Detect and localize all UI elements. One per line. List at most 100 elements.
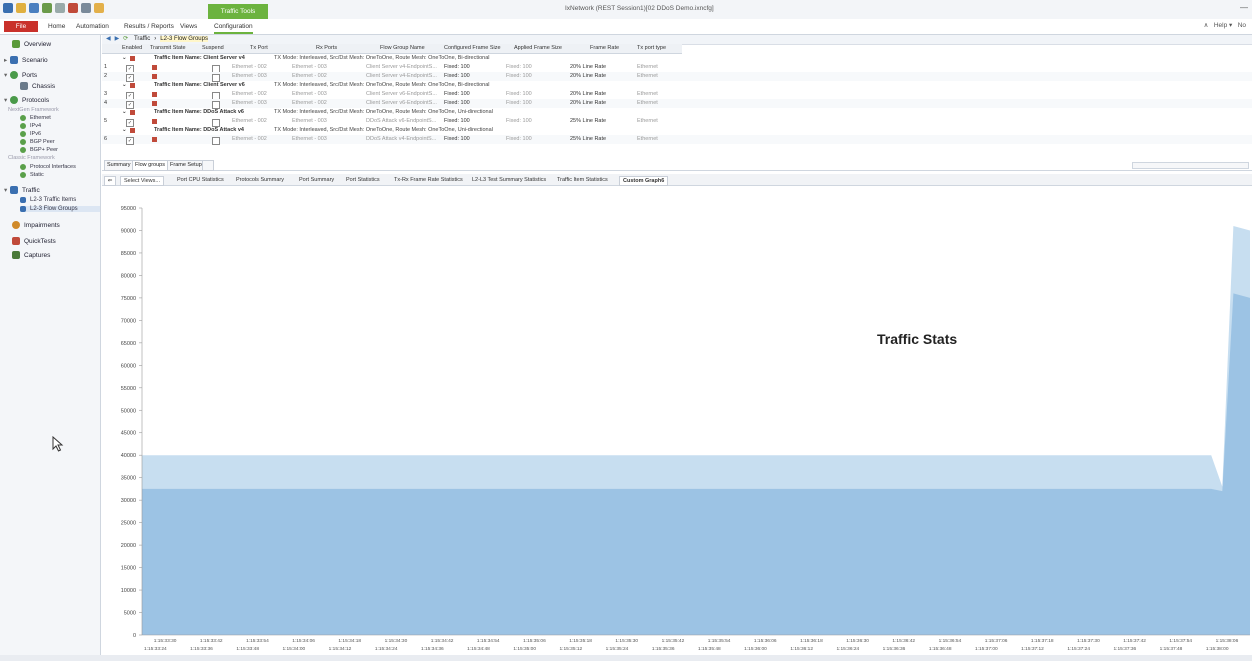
- help-menu[interactable]: Help ▾: [1214, 22, 1232, 29]
- collapse-ribbon-icon[interactable]: ∧: [1204, 22, 1209, 29]
- tab-tx-rx-frame-rate-statistics[interactable]: Tx-Rx Frame Rate Statistics: [394, 176, 463, 184]
- flow-group-name-cell[interactable]: DDoS Attack v4-EndpointS...: [366, 136, 436, 142]
- col-tx-port[interactable]: Tx Port: [250, 45, 268, 51]
- sidebar-item-protocols[interactable]: ▾ Protocols: [4, 96, 104, 104]
- traffic-item-group-row[interactable]: ⌄ Traffic Item Name: DDoS Attack v4 TX Mod…: [102, 126, 1252, 135]
- traffic-item-group-row[interactable]: ⌄ Traffic Item Name: Client Server v4 TX M…: [102, 54, 1252, 63]
- expand-icon[interactable]: ⌄: [122, 127, 127, 133]
- tab-port-statistics[interactable]: Port Statistics: [346, 176, 380, 184]
- refresh-icon[interactable]: ⟳: [123, 36, 128, 42]
- tab-frame-setup[interactable]: Frame Setup: [167, 160, 205, 171]
- settings-icon[interactable]: [81, 3, 91, 13]
- file-tab[interactable]: File: [4, 21, 38, 32]
- sidebar-item-l2-3-flow-groups[interactable]: L2-3 Flow Groups: [20, 206, 100, 212]
- col-suspend[interactable]: Suspend: [202, 45, 224, 51]
- col-applied-frame-size[interactable]: Applied Frame Size: [514, 45, 562, 51]
- stop-icon[interactable]: [68, 3, 78, 13]
- configured-frame-size-cell[interactable]: Fixed: 100: [444, 118, 470, 124]
- rx-ports-cell[interactable]: Ethernet - 003: [292, 136, 327, 142]
- traffic-item-group-row[interactable]: ⌄ Traffic Item Name: Client Server v6 TX M…: [102, 81, 1252, 90]
- breadcrumb-flow-groups[interactable]: L2-3 Flow Groups: [160, 36, 208, 42]
- add-icon[interactable]: [42, 3, 52, 13]
- expand-icon[interactable]: ⌄: [122, 109, 127, 115]
- tx-port-cell[interactable]: Ethernet - 002: [232, 64, 267, 70]
- rx-ports-cell[interactable]: Ethernet - 002: [292, 73, 327, 79]
- breadcrumb-traffic[interactable]: Traffic: [134, 36, 150, 42]
- sidebar-item-scenario[interactable]: ▸ Scenario: [4, 56, 104, 64]
- col-rx-ports[interactable]: Rx Ports: [316, 45, 337, 51]
- tx-port-cell[interactable]: Ethernet - 003: [232, 73, 267, 79]
- save-icon[interactable]: [29, 3, 39, 13]
- back-icon[interactable]: ◀: [106, 36, 111, 42]
- configured-frame-size-cell[interactable]: Fixed: 100: [444, 91, 470, 97]
- tab-l2-l3-test-summary-statistics[interactable]: L2-L3 Test Summary Statistics: [472, 176, 546, 184]
- configured-frame-size-cell[interactable]: Fixed: 100: [444, 73, 470, 79]
- tx-port-cell[interactable]: Ethernet - 002: [232, 136, 267, 142]
- tab-protocols-summary[interactable]: Protocols Summary: [236, 176, 284, 184]
- col-enabled[interactable]: Enabled: [122, 45, 142, 51]
- frame-rate-cell[interactable]: 20% Line Rate: [570, 64, 606, 70]
- horizontal-scrollbar[interactable]: [1132, 162, 1249, 169]
- collapse-panel-icon[interactable]: ⇐: [104, 176, 116, 186]
- frame-rate-cell[interactable]: 25% Line Rate: [570, 136, 606, 142]
- table-row[interactable]: 5 ✓ Ethernet - 002 Ethernet - 003 DDoS Attac…: [102, 117, 1252, 127]
- app-icon[interactable]: [3, 3, 13, 13]
- tab-port-cpu-statistics[interactable]: Port CPU Statistics: [177, 176, 224, 184]
- open-icon[interactable]: [16, 3, 26, 13]
- configured-frame-size-cell[interactable]: Fixed: 100: [444, 100, 470, 106]
- forward-icon[interactable]: ▶: [115, 36, 120, 42]
- tab-port-summary[interactable]: Port Summary: [299, 176, 334, 184]
- tab-flow-groups[interactable]: Flow groups: [132, 160, 168, 171]
- table-row[interactable]: 1 ✓ Ethernet - 002 Ethernet - 003 Client Ser…: [102, 63, 1252, 73]
- rx-ports-cell[interactable]: Ethernet - 002: [292, 100, 327, 106]
- sidebar-item-quicktests[interactable]: QuickTests: [12, 237, 112, 245]
- tab-traffic-item-statistics[interactable]: Traffic Item Statistics: [557, 176, 608, 184]
- minimize-button[interactable]: —: [1240, 3, 1248, 12]
- col-tx-port-type[interactable]: Tx port type: [637, 45, 666, 51]
- tx-port-cell[interactable]: Ethernet - 003: [232, 100, 267, 106]
- tx-port-cell[interactable]: Ethernet - 002: [232, 118, 267, 124]
- layout-icon[interactable]: [94, 3, 104, 13]
- frame-rate-cell[interactable]: 20% Line Rate: [570, 91, 606, 97]
- add-tab-icon[interactable]: [202, 160, 214, 171]
- expand-icon[interactable]: ⌄: [122, 82, 127, 88]
- traffic-item-group-row[interactable]: ⌄ Traffic Item Name: DDoS Attack v6 TX Mod…: [102, 108, 1252, 117]
- frame-rate-cell[interactable]: 20% Line Rate: [570, 100, 606, 106]
- sidebar-item-overview[interactable]: Overview: [12, 40, 112, 48]
- col-flow-group-name[interactable]: Flow Group Name: [380, 45, 425, 51]
- rx-ports-cell[interactable]: Ethernet - 003: [292, 64, 327, 70]
- sidebar-item-impairments[interactable]: Impairments: [12, 221, 112, 229]
- flow-group-name-cell[interactable]: Client Server v6-EndpointS...: [366, 91, 437, 97]
- flow-group-name-cell[interactable]: DDoS Attack v6-EndpointS...: [366, 118, 436, 124]
- flow-group-name-cell[interactable]: Client Server v4-EndpointS...: [366, 64, 437, 70]
- rx-ports-cell[interactable]: Ethernet - 003: [292, 91, 327, 97]
- col-frame-rate[interactable]: Frame Rate: [590, 45, 619, 51]
- table-row[interactable]: 6 ✓ Ethernet - 002 Ethernet - 003 DDoS Attac…: [102, 135, 1252, 145]
- tab-home[interactable]: Home: [48, 21, 65, 32]
- col-transmit-state[interactable]: Transmit State: [150, 45, 186, 51]
- tab-summary[interactable]: Summary: [104, 160, 134, 171]
- configured-frame-size-cell[interactable]: Fixed: 100: [444, 64, 470, 70]
- table-row[interactable]: 2 ✓ Ethernet - 003 Ethernet - 002 Client Ser…: [102, 72, 1252, 82]
- tab-configuration[interactable]: Configuration: [214, 21, 253, 34]
- table-row[interactable]: 4 ✓ Ethernet - 003 Ethernet - 002 Client Ser…: [102, 99, 1252, 109]
- configured-frame-size-cell[interactable]: Fixed: 100: [444, 136, 470, 142]
- rx-ports-cell[interactable]: Ethernet - 003: [292, 118, 327, 124]
- tab-views[interactable]: Views: [180, 21, 197, 32]
- table-row[interactable]: 3 ✓ Ethernet - 002 Ethernet - 003 Client Ser…: [102, 90, 1252, 100]
- flow-group-name-cell[interactable]: Client Server v4-EndpointS...: [366, 73, 437, 79]
- tab-automation[interactable]: Automation: [76, 21, 109, 32]
- frame-rate-cell[interactable]: 25% Line Rate: [570, 118, 606, 124]
- traffic-tools-tab[interactable]: Traffic Tools: [208, 4, 268, 19]
- sidebar-item-captures[interactable]: Captures: [12, 251, 112, 259]
- expand-icon[interactable]: ⌄: [122, 55, 127, 61]
- sidebar-item-traffic[interactable]: ▾ Traffic: [4, 186, 104, 194]
- flow-group-name-cell[interactable]: Client Server v6-EndpointS...: [366, 100, 437, 106]
- tx-port-cell[interactable]: Ethernet - 002: [232, 91, 267, 97]
- notifications-label[interactable]: No: [1238, 22, 1246, 29]
- col-configured-frame-size[interactable]: Configured Frame Size: [444, 45, 501, 51]
- select-views-button[interactable]: Select Views...: [120, 176, 164, 186]
- scenario-icon[interactable]: [55, 3, 65, 13]
- tab-results-reports[interactable]: Results / Reports: [124, 21, 174, 32]
- tab-custom-graph6[interactable]: Custom Graph6: [619, 176, 669, 186]
